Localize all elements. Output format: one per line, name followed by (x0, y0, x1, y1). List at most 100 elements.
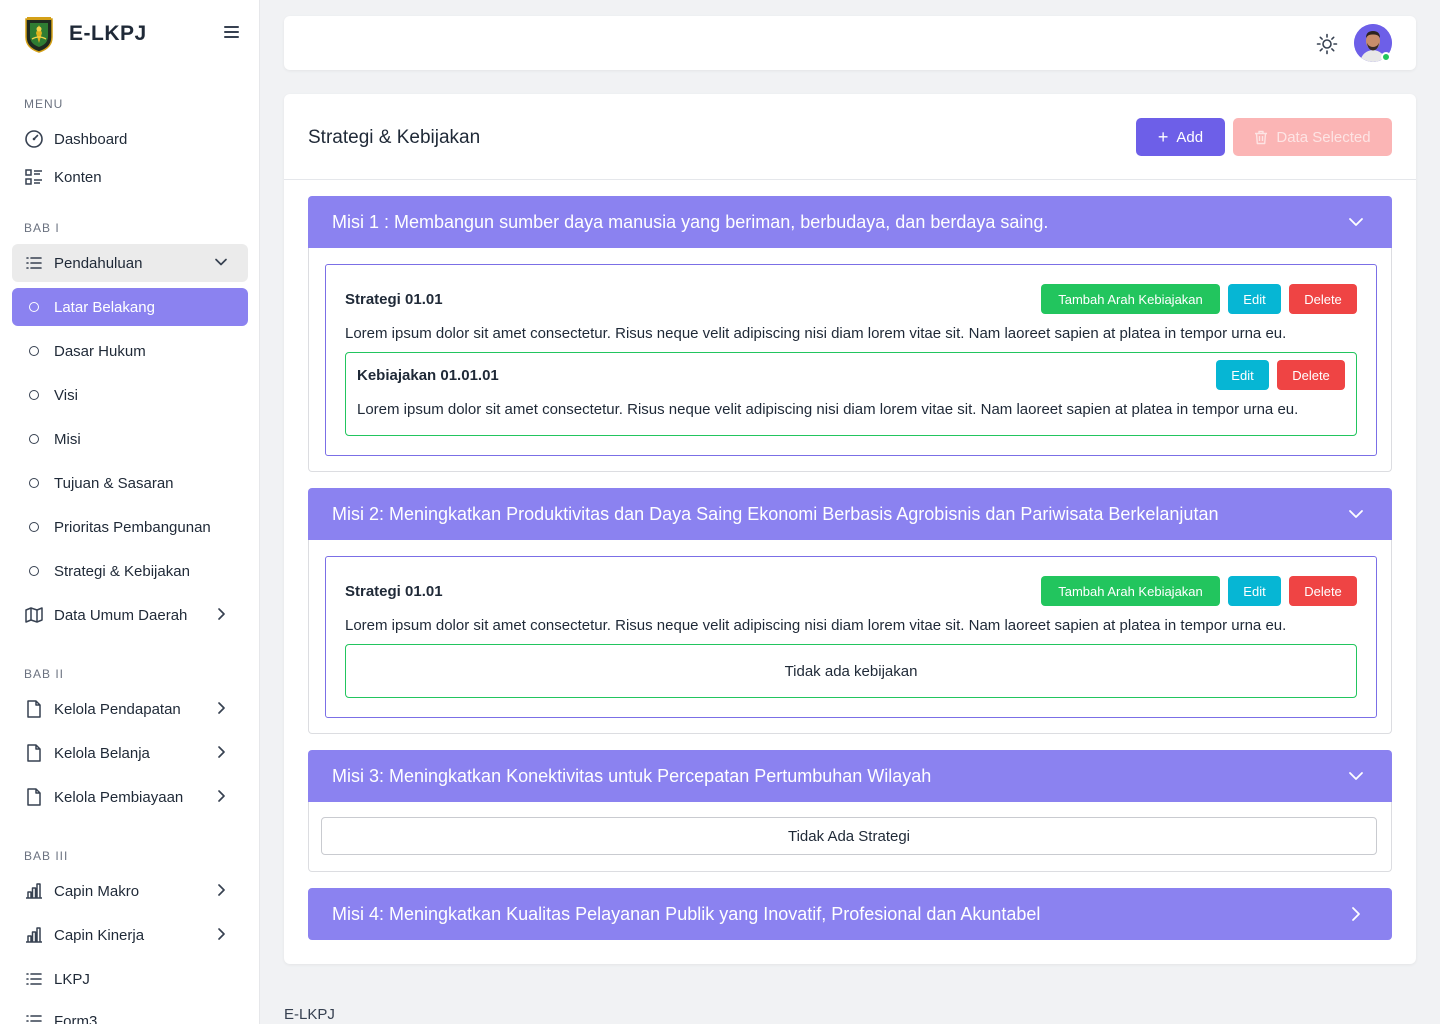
brand[interactable]: E-LKPJ (24, 14, 147, 54)
chevron-down-icon (215, 258, 227, 266)
sidebar-item-label: Dasar Hukum (54, 342, 146, 360)
chevron-right-icon (218, 608, 225, 620)
delete-selected-label: Data Selected (1276, 128, 1371, 146)
sidebar-item-konten[interactable]: Konten (12, 158, 248, 196)
footer-text: E-LKPJ (284, 1006, 335, 1023)
sidebar-item-kelola-pembiayaan[interactable]: Kelola Pembiayaan (12, 778, 248, 816)
section-label-bab2: BAB II (24, 667, 65, 681)
sidebar-item-dashboard[interactable]: Dashboard (12, 120, 248, 158)
sidebar-item-misi[interactable]: Misi (12, 420, 248, 458)
delete-selected-button[interactable]: Data Selected (1233, 118, 1392, 156)
sidebar-item-visi[interactable]: Visi (12, 376, 248, 414)
strategi-box: Strategi 01.01 Tambah Arah Kebiajakan Ed… (325, 264, 1377, 456)
misi-1-body: Strategi 01.01 Tambah Arah Kebiajakan Ed… (308, 248, 1392, 472)
edit-kebijakan-button[interactable]: Edit (1216, 360, 1269, 390)
sidebar-item-kelola-belanja[interactable]: Kelola Belanja (12, 734, 248, 772)
page-title: Strategi & Kebijakan (308, 127, 481, 148)
sidebar-item-data-umum-daerah[interactable]: Data Umum Daerah (12, 596, 248, 634)
misi-4-header[interactable]: Misi 4: Meningkatkan Kualitas Pelayanan … (308, 888, 1392, 940)
list-icon (24, 1011, 44, 1024)
file-icon (24, 743, 44, 763)
sidebar-item-label: Misi (54, 430, 81, 448)
misi-2-body: Strategi 01.01 Tambah Arah Kebiajakan Ed… (308, 540, 1392, 734)
circle-icon (24, 429, 44, 449)
sidebar-item-label: LKPJ (54, 970, 90, 988)
sidebar-item-prioritas-pembangunan[interactable]: Prioritas Pembangunan (12, 508, 248, 546)
sidebar-item-label: Kelola Pembiayaan (54, 788, 184, 806)
chevron-right-icon (218, 746, 225, 758)
circle-icon (24, 473, 44, 493)
map-icon (24, 605, 44, 625)
tambah-arah-kebijakan-button[interactable]: Tambah Arah Kebiajakan (1041, 576, 1220, 606)
kebijakan-box: Kebiajakan 01.01.01 Edit Delete Lorem ip… (345, 352, 1357, 436)
add-button[interactable]: + Add (1136, 118, 1225, 156)
edit-strategi-button[interactable]: Edit (1228, 284, 1281, 314)
circle-icon (24, 341, 44, 361)
delete-strategi-button[interactable]: Delete (1289, 284, 1357, 314)
circle-icon (24, 297, 44, 317)
section-label-bab1: BAB I (24, 221, 60, 235)
chevron-down-icon (1349, 510, 1363, 518)
misi-title: Misi 3: Meningkatkan Konektivitas untuk … (332, 765, 932, 786)
misi-1-header[interactable]: Misi 1 : Membangun sumber daya manusia y… (308, 196, 1392, 248)
empty-kebijakan-message: Tidak ada kebijakan (345, 644, 1357, 698)
misi-2-header[interactable]: Misi 2: Meningkatkan Produktivitas dan D… (308, 488, 1392, 540)
chevron-down-icon (1349, 772, 1363, 780)
misi-3-body: Tidak Ada Strategi (308, 802, 1392, 872)
sidebar-item-label: Konten (54, 168, 102, 186)
strategi-kebijakan-card: Strategi & Kebijakan + Add Data Selected… (284, 94, 1416, 964)
sidebar-item-label: Form3 (54, 1012, 98, 1024)
add-button-label: Add (1176, 128, 1204, 146)
edit-strategi-button[interactable]: Edit (1228, 576, 1281, 606)
sidebar-item-dasar-hukum[interactable]: Dasar Hukum (12, 332, 248, 370)
strategi-box: Strategi 01.01 Tambah Arah Kebiajakan Ed… (325, 556, 1377, 718)
app-name: E-LKPJ (69, 22, 147, 45)
sidebar-item-tujuan-sasaran[interactable]: Tujuan & Sasaran (12, 464, 248, 502)
sidebar-group-pendahuluan[interactable]: Pendahuluan (12, 244, 248, 282)
hamburger-menu-icon[interactable] (224, 26, 244, 42)
section-label-bab3: BAB III (24, 849, 69, 863)
misi-3-header[interactable]: Misi 3: Meningkatkan Konektivitas untuk … (308, 750, 1392, 802)
strategi-title: Strategi 01.01 (345, 291, 443, 308)
topbar (284, 16, 1416, 70)
sidebar-item-label: Capin Kinerja (54, 926, 145, 944)
chevron-down-icon (1349, 218, 1363, 226)
strategi-title: Strategi 01.01 (345, 583, 443, 600)
section-label-menu: MENU (24, 97, 64, 111)
tambah-arah-kebijakan-button[interactable]: Tambah Arah Kebiajakan (1041, 284, 1220, 314)
sidebar-item-capin-makro[interactable]: Capin Makro (12, 872, 248, 910)
sidebar-item-label: Strategi & Kebijakan (54, 562, 190, 580)
sidebar-item-lkpj[interactable]: LKPJ (12, 960, 248, 998)
coat-of-arms-logo (25, 17, 53, 53)
sidebar-item-kelola-pendapatan[interactable]: Kelola Pendapatan (12, 690, 248, 728)
misi-title: Misi 4: Meningkatkan Kualitas Pelayanan … (332, 903, 1041, 924)
sidebar-item-label: Kelola Belanja (54, 744, 150, 762)
delete-strategi-button[interactable]: Delete (1289, 576, 1357, 606)
sidebar-item-latar-belakang[interactable]: Latar Belakang (12, 288, 248, 326)
sidebar-item-strategi-kebijakan[interactable]: Strategi & Kebijakan (12, 552, 248, 590)
divider (284, 179, 1416, 180)
sidebar-item-label: Capin Makro (54, 882, 140, 900)
plus-icon: + (1157, 127, 1169, 147)
sidebar: E-LKPJ MENU Dashboard Konten BAB I Penda… (0, 0, 260, 1024)
sidebar-item-label: Prioritas Pembangunan (54, 518, 211, 536)
circle-icon (24, 385, 44, 405)
circle-icon (24, 561, 44, 581)
delete-kebijakan-button[interactable]: Delete (1277, 360, 1345, 390)
chevron-right-icon (218, 790, 225, 802)
dashboard-icon (24, 129, 44, 149)
sidebar-item-capin-kinerja[interactable]: Capin Kinerja (12, 916, 248, 954)
sidebar-item-label: Kelola Pendapatan (54, 700, 181, 718)
theme-toggle-sun-icon[interactable] (1316, 33, 1338, 55)
file-icon (24, 699, 44, 719)
sidebar-item-form3[interactable]: Form3 (12, 1002, 248, 1024)
list-icon (24, 969, 44, 989)
content-list-icon (24, 167, 44, 187)
chevron-right-icon (1352, 907, 1360, 921)
sidebar-item-label: Data Umum Daerah (54, 606, 188, 624)
strategi-description: Lorem ipsum dolor sit amet consectetur. … (345, 617, 1287, 634)
misi-title: Misi 1 : Membangun sumber daya manusia y… (332, 211, 1049, 232)
online-status-dot (1381, 52, 1391, 62)
empty-strategi-message: Tidak Ada Strategi (321, 817, 1377, 855)
list-icon (24, 253, 44, 273)
